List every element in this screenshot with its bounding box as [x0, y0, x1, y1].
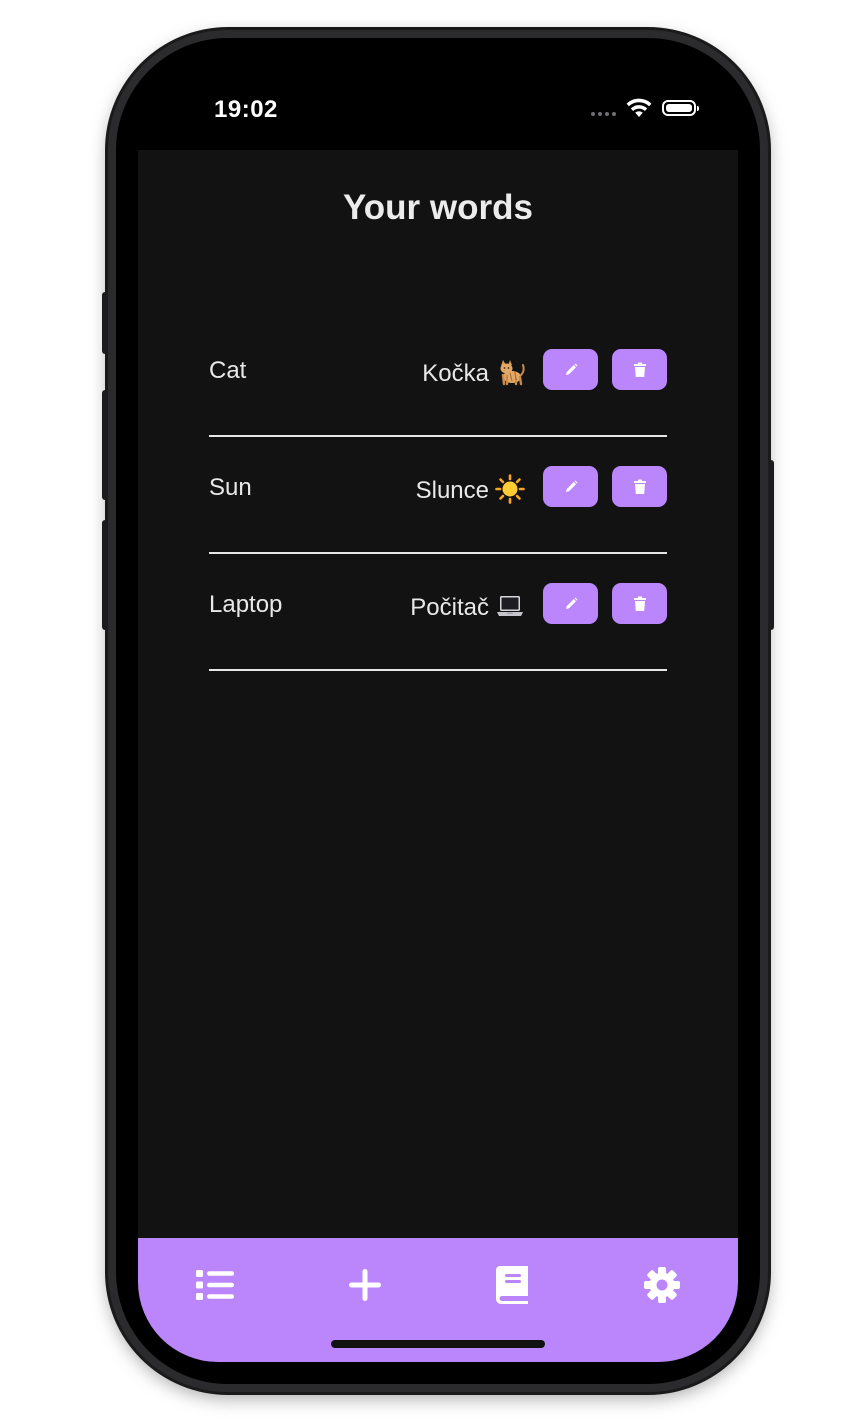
plus-icon [349, 1269, 381, 1301]
nav-settings[interactable] [638, 1264, 686, 1306]
word-translation: Počitač [410, 591, 525, 622]
laptop-emoji-icon [497, 596, 523, 616]
volume-up-button [102, 390, 108, 500]
edit-button[interactable] [543, 583, 598, 624]
status-icons [591, 98, 699, 118]
signal-dots-icon [591, 100, 616, 116]
volume-down-button [102, 520, 108, 630]
word-english: Cat [209, 357, 247, 384]
sun-emoji-icon [495, 474, 525, 504]
pencil-icon [565, 363, 577, 375]
word-english: Laptop [209, 591, 283, 618]
home-indicator[interactable] [331, 1340, 545, 1348]
delete-button[interactable] [612, 583, 667, 624]
nav-dictionary[interactable] [488, 1264, 536, 1306]
pencil-icon [565, 480, 577, 492]
book-icon [496, 1266, 528, 1304]
word-translation: Kočka [422, 357, 525, 388]
action-button [102, 292, 108, 354]
gear-icon [644, 1267, 680, 1303]
page-title: Your words [343, 188, 533, 227]
edit-button[interactable] [543, 466, 598, 507]
device-screen: 19:02 Your words Cat Kočka Sun Slunce La… [116, 38, 760, 1384]
list-icon [196, 1270, 234, 1300]
battery-icon [662, 100, 699, 116]
word-english: Sun [209, 474, 252, 501]
word-translation: Slunce [416, 474, 525, 505]
trash-icon [633, 596, 646, 611]
app-screen: Your words Cat Kočka Sun Slunce Laptop P… [138, 150, 738, 1362]
trash-icon [633, 479, 646, 494]
delete-button[interactable] [612, 349, 667, 390]
cat-emoji-icon [500, 360, 525, 386]
wifi-icon [626, 98, 652, 117]
status-time: 19:02 [214, 96, 278, 123]
power-button [768, 460, 774, 630]
trash-icon [633, 362, 646, 377]
list-item: Cat Kočka [209, 320, 667, 437]
list-item: Laptop Počitač [209, 554, 667, 671]
bottom-nav [138, 1238, 738, 1362]
nav-add-word[interactable] [341, 1264, 389, 1306]
delete-button[interactable] [612, 466, 667, 507]
word-list: Cat Kočka Sun Slunce Laptop Počitač [209, 320, 667, 671]
nav-words-list[interactable] [191, 1264, 239, 1306]
phone-frame: 19:02 Your words Cat Kočka Sun Slunce La… [102, 30, 774, 1392]
pencil-icon [565, 597, 577, 609]
edit-button[interactable] [543, 349, 598, 390]
list-item: Sun Slunce [209, 437, 667, 554]
